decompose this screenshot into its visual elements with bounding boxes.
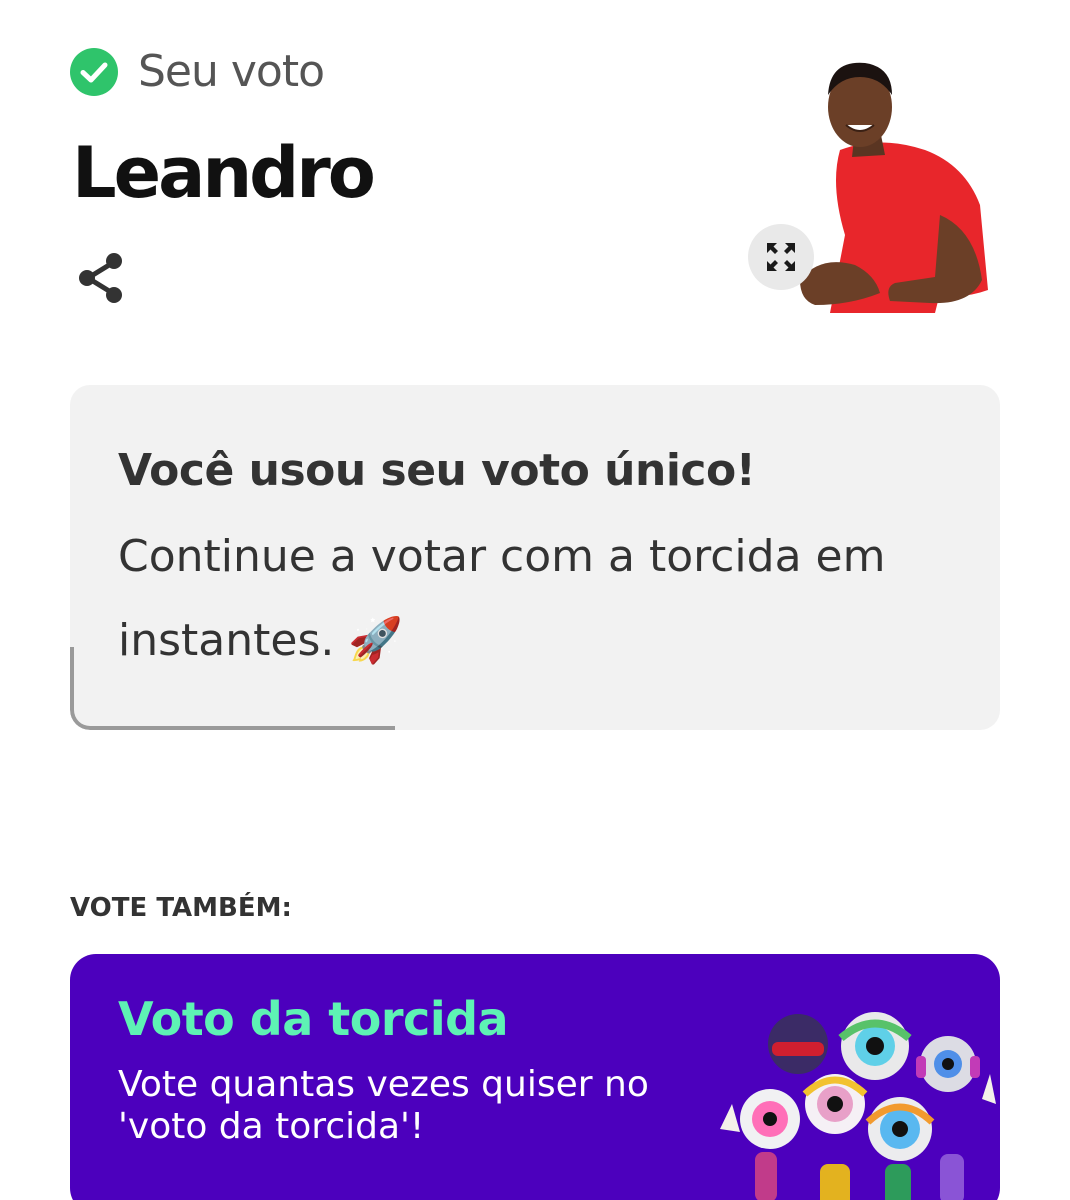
voted-label: Seu voto xyxy=(138,46,325,97)
share-button[interactable] xyxy=(74,250,128,306)
notice-title: Você usou seu voto único! xyxy=(118,445,756,496)
share-icon xyxy=(79,253,122,303)
promo-text: Vote quantas vezes quiser no 'voto da to… xyxy=(118,1064,649,1147)
vote-also-label: VOTE TAMBÉM: xyxy=(70,893,292,923)
vote-header: Seu voto Leandro xyxy=(0,0,1070,330)
expand-icon xyxy=(767,243,795,271)
promo-title: Voto da torcida xyxy=(118,992,509,1046)
crowd-vote-promo-card[interactable]: Voto da torcida Vote quantas vezes quise… xyxy=(70,954,1000,1200)
notice-text: Continue a votar com a torcida em instan… xyxy=(118,531,886,666)
single-vote-notice-card: Você usou seu voto único! Continue a vot… xyxy=(70,385,1000,730)
mascots-illustration xyxy=(710,1004,1000,1200)
candidate-name: Leandro xyxy=(72,132,376,214)
expand-photo-button[interactable] xyxy=(748,224,814,290)
check-circle-icon xyxy=(70,47,118,96)
voted-status: Seu voto xyxy=(70,46,325,97)
